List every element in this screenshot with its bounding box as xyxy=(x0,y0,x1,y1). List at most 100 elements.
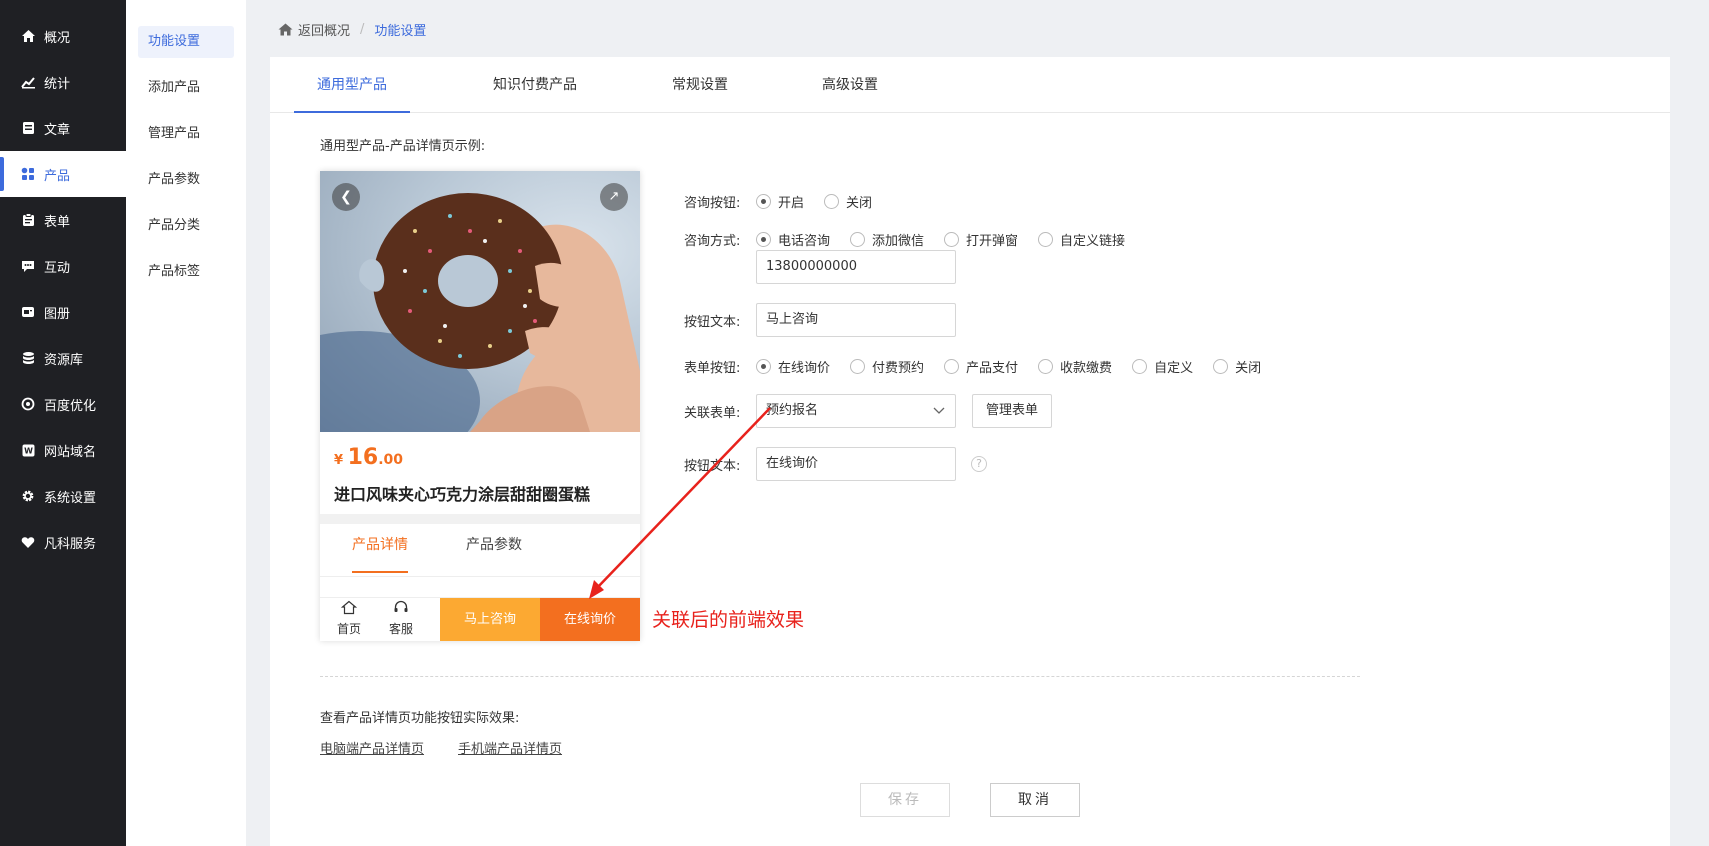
radio-paid-booking[interactable]: 付费预约 xyxy=(850,357,924,376)
radio-custom-link[interactable]: 自定义链接 xyxy=(1038,230,1125,249)
tab-knowledge-product[interactable]: 知识付费产品 xyxy=(470,57,600,113)
pc-detail-link[interactable]: 电脑端产品详情页 xyxy=(320,738,424,757)
subnav-item-product-params[interactable]: 产品参数 xyxy=(138,164,234,196)
sidebar-item-settings[interactable]: 系统设置 xyxy=(0,473,126,519)
radio-consult-off[interactable]: 关闭 xyxy=(824,192,872,211)
sidebar-item-domain[interactable]: W 网站域名 xyxy=(0,427,126,473)
sidebar-item-forms[interactable]: 表单 xyxy=(0,197,126,243)
subnav-item-product-categories[interactable]: 产品分类 xyxy=(138,210,234,242)
field-label: 咨询方式: xyxy=(684,233,741,249)
share-icon[interactable]: ↗ xyxy=(600,183,628,211)
radio-icon xyxy=(1038,231,1054,247)
bar-home-button[interactable]: 首页 xyxy=(320,598,378,641)
breadcrumb-back-link[interactable]: 返回概况 xyxy=(298,20,350,39)
linked-form-select[interactable]: 预约报名 xyxy=(756,394,956,428)
product-tab-detail[interactable]: 产品详情 xyxy=(352,533,408,573)
button-text-row: 按钮文本: 马上咨询 xyxy=(684,303,956,337)
sidebar-item-stats[interactable]: 统计 xyxy=(0,59,126,105)
back-button[interactable]: ❮ xyxy=(332,183,360,211)
tab-advanced-settings[interactable]: 高级设置 xyxy=(800,57,900,113)
radio-phone[interactable]: 电话咨询 xyxy=(756,230,830,249)
sidebar-item-seo[interactable]: 百度优化 xyxy=(0,381,126,427)
price-decimal: .00 xyxy=(378,452,404,468)
radio-label: 关闭 xyxy=(1235,360,1262,376)
manage-form-button[interactable]: 管理表单 xyxy=(972,394,1053,428)
field-label: 咨询按钮: xyxy=(684,195,741,211)
subnav-item-add-product[interactable]: 添加产品 xyxy=(138,72,234,104)
button-text2-row: 按钮文本: 在线询价 ? xyxy=(684,447,987,481)
breadcrumb-separator: / xyxy=(360,22,365,37)
sidebar-item-resources[interactable]: 资源库 xyxy=(0,335,126,381)
seo-icon xyxy=(20,396,36,412)
radio-wechat[interactable]: 添加微信 xyxy=(850,230,924,249)
radio-label: 关闭 xyxy=(846,195,873,211)
radio-label: 添加微信 xyxy=(872,233,925,249)
field-label: 按钮文本: xyxy=(684,458,741,474)
radio-collect-payment[interactable]: 收款缴费 xyxy=(1038,357,1112,376)
tab-general-settings[interactable]: 常规设置 xyxy=(650,57,750,113)
cancel-button[interactable]: 取消 xyxy=(990,783,1080,817)
chat-icon xyxy=(20,258,36,274)
sidebar-item-label: 图册 xyxy=(44,306,71,322)
product-tab-params[interactable]: 产品参数 xyxy=(466,533,522,573)
sidebar-item-overview[interactable]: 概况 xyxy=(0,13,126,59)
radio-label: 在线询价 xyxy=(778,360,831,376)
help-icon[interactable]: ? xyxy=(971,456,987,472)
main-sidebar: 概况 统计 文章 产品 表单 互动 图册 资源库 百度优化 W 网站域名 系统设… xyxy=(0,0,126,846)
online-inquiry-button[interactable]: 在线询价 xyxy=(540,598,640,641)
phone-input[interactable]: 13800000000 xyxy=(756,250,956,284)
button-text-input[interactable]: 马上咨询 xyxy=(756,303,956,337)
divider xyxy=(320,576,640,577)
button-text2-input[interactable]: 在线询价 xyxy=(756,447,956,481)
home-icon xyxy=(320,598,378,620)
sidebar-item-interaction[interactable]: 互动 xyxy=(0,243,126,289)
subnav-item-product-tags[interactable]: 产品标签 xyxy=(138,256,234,288)
sidebar-item-products[interactable]: 产品 xyxy=(0,151,126,197)
consult-now-button[interactable]: 马上咨询 xyxy=(440,598,540,641)
sidebar-item-label: 凡科服务 xyxy=(44,536,97,552)
gear-icon xyxy=(20,488,36,504)
headset-icon xyxy=(372,598,430,620)
sidebar-item-album[interactable]: 图册 xyxy=(0,289,126,335)
radio-online-inquiry[interactable]: 在线询价 xyxy=(756,357,830,376)
phone-preview: ❮ ↗ ¥ 16.00 进口风味夹心巧克力涂层甜甜圈蛋糕 产品详情 产品参数 首… xyxy=(320,171,640,641)
subnav-item-manage-products[interactable]: 管理产品 xyxy=(138,118,234,150)
form-icon xyxy=(20,212,36,228)
sidebar-item-service[interactable]: 凡科服务 xyxy=(0,519,126,565)
demo-title: 通用型产品-产品详情页示例: xyxy=(320,139,486,154)
article-icon xyxy=(20,120,36,136)
sidebar-item-articles[interactable]: 文章 xyxy=(0,105,126,151)
subnav-item-features[interactable]: 功能设置 xyxy=(138,26,234,58)
sidebar-item-label: 文章 xyxy=(44,122,71,138)
consult-button-row: 咨询按钮: 开启 关闭 xyxy=(684,184,892,218)
sidebar-item-label: 统计 xyxy=(44,76,71,92)
main-card: 通用型产品 知识付费产品 常规设置 高级设置 通用型产品-产品详情页示例: ❮ xyxy=(270,57,1670,846)
radio-icon xyxy=(756,231,771,247)
tab-general-product[interactable]: 通用型产品 xyxy=(294,57,410,113)
annotation-text: 关联后的前端效果 xyxy=(652,609,805,631)
divider xyxy=(320,514,640,524)
bar-home-label: 首页 xyxy=(336,622,361,636)
home-icon[interactable] xyxy=(278,23,293,36)
radio-label: 自定义 xyxy=(1154,360,1194,376)
database-icon xyxy=(20,350,36,366)
radio-icon xyxy=(1038,358,1054,374)
radio-label: 电话咨询 xyxy=(778,233,831,249)
mobile-detail-link[interactable]: 手机端产品详情页 xyxy=(458,738,562,757)
breadcrumb-current: 功能设置 xyxy=(374,24,427,39)
radio-form-off[interactable]: 关闭 xyxy=(1213,357,1261,376)
radio-custom[interactable]: 自定义 xyxy=(1132,357,1193,376)
radio-product-payment[interactable]: 产品支付 xyxy=(944,357,1018,376)
sidebar-item-label: 表单 xyxy=(44,214,71,230)
radio-consult-on[interactable]: 开启 xyxy=(756,192,804,211)
heart-icon xyxy=(20,534,36,550)
field-label: 表单按钮: xyxy=(684,360,741,376)
save-button[interactable]: 保存 xyxy=(860,783,950,817)
select-value: 预约报名 xyxy=(766,403,819,418)
bar-service-button[interactable]: 客服 xyxy=(372,598,430,641)
phone-row: 13800000000 xyxy=(756,250,956,284)
radio-popup[interactable]: 打开弹窗 xyxy=(944,230,1018,249)
form-button-row: 表单按钮: 在线询价 付费预约 产品支付 收款缴费 自定义 关闭 xyxy=(684,349,1281,383)
sidebar-item-label: 概况 xyxy=(44,30,71,46)
sidebar-item-label: 系统设置 xyxy=(44,490,97,506)
